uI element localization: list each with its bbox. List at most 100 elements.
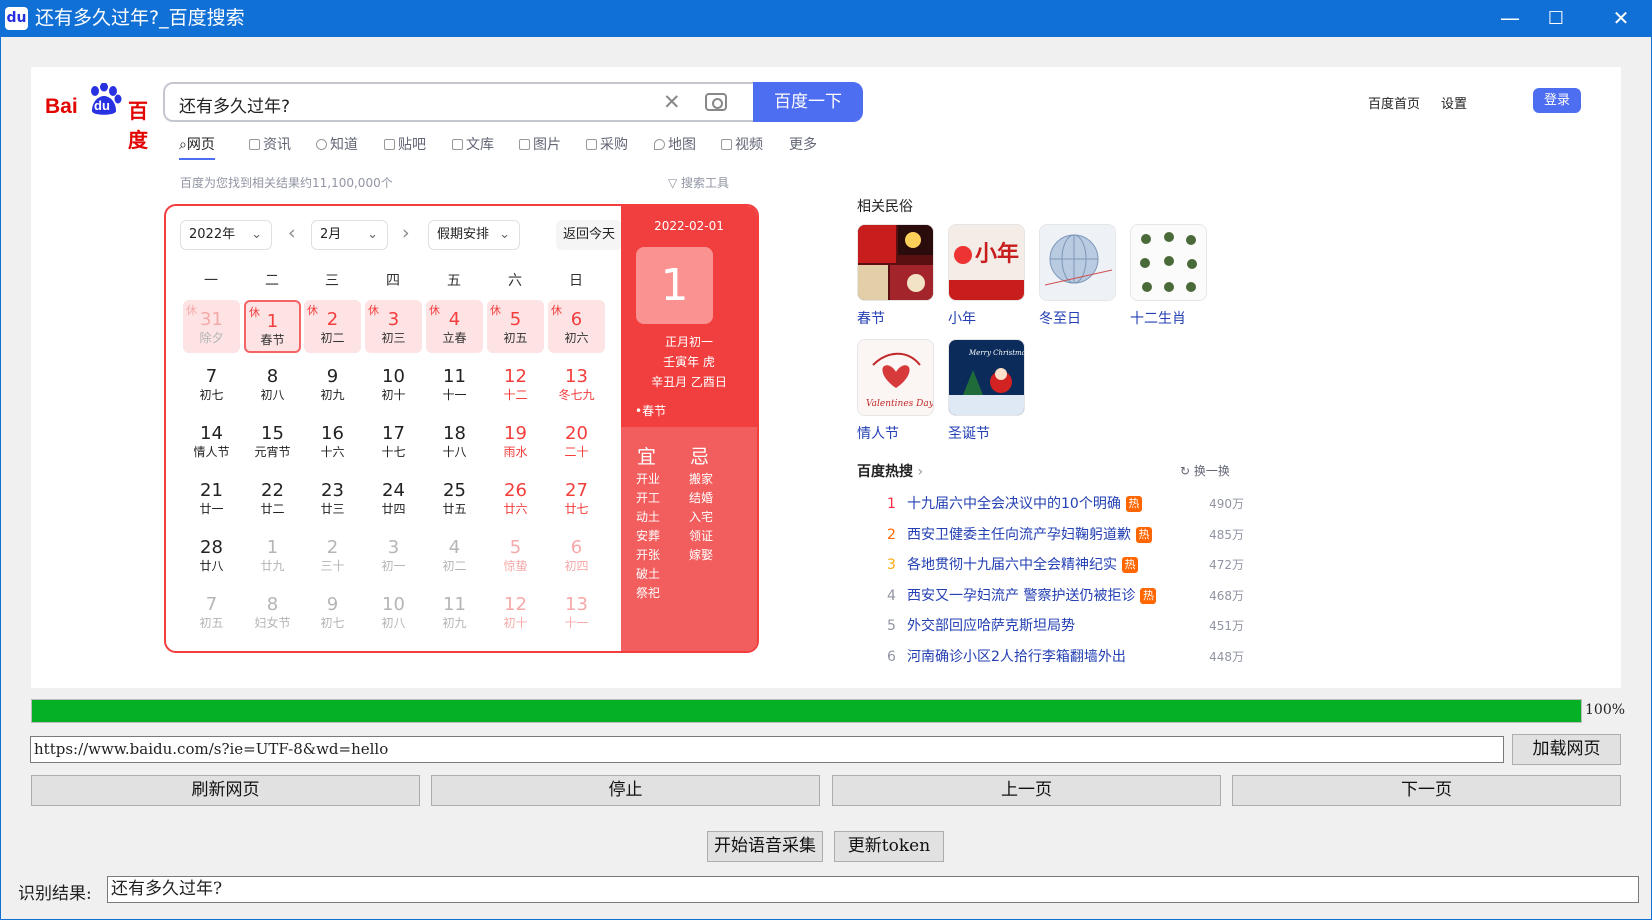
- hot-search-item[interactable]: 6 河南确诊小区2人拾行李箱翻墙外出: [887, 646, 1126, 666]
- calendar-day[interactable]: 8 妇女节: [244, 585, 301, 638]
- calendar-day[interactable]: 19 雨水: [487, 414, 544, 467]
- thumb-christmas[interactable]: Merry Christmas: [948, 339, 1025, 416]
- result-field[interactable]: 还有多久过年?: [107, 876, 1639, 903]
- hot-search-item[interactable]: 4 西安又一孕妇流产 警察护送仍被拒诊热: [887, 585, 1157, 605]
- thumb-zodiac[interactable]: [1130, 224, 1207, 301]
- calendar-day[interactable]: 休 2 初二: [304, 300, 361, 353]
- calendar-day[interactable]: 8 初八: [244, 357, 301, 410]
- calendar-day[interactable]: 休 31 除夕: [183, 300, 240, 353]
- month-select[interactable]: 2月 ⌄: [311, 220, 388, 250]
- home-link[interactable]: 百度首页: [1368, 93, 1420, 112]
- year-select[interactable]: 2022年 ⌄: [180, 220, 272, 250]
- start-voice-button[interactable]: 开始语音采集: [707, 831, 823, 862]
- thumb-winter-solstice[interactable]: [1039, 224, 1116, 301]
- calendar-day[interactable]: 18 十八: [426, 414, 483, 467]
- refresh-page-button[interactable]: 刷新网页: [31, 775, 420, 806]
- calendar-day[interactable]: 9 初七: [304, 585, 361, 638]
- camera-icon[interactable]: [705, 93, 727, 111]
- update-token-button[interactable]: 更新token: [834, 831, 944, 862]
- calendar-day[interactable]: 11 初九: [426, 585, 483, 638]
- calendar-day[interactable]: 12 初十: [487, 585, 544, 638]
- tab-zhidao[interactable]: 知道: [316, 134, 358, 154]
- related-valentine[interactable]: 情人节: [857, 423, 899, 443]
- related-zodiac[interactable]: 十二生肖: [1130, 308, 1186, 328]
- baidu-logo[interactable]: Bai du 百度: [45, 83, 165, 152]
- related-winter-solstice[interactable]: 冬至日: [1039, 308, 1081, 328]
- calendar-day[interactable]: 1 廿九: [244, 528, 301, 581]
- related-christmas[interactable]: 圣诞节: [948, 423, 990, 443]
- calendar-day[interactable]: 23 廿三: [304, 471, 361, 524]
- calendar-day[interactable]: 5 惊蛰: [487, 528, 544, 581]
- next-month-icon[interactable]: ›: [402, 222, 410, 244]
- clear-icon[interactable]: ✕: [663, 90, 681, 114]
- related-xiaonian[interactable]: 小年: [948, 308, 976, 328]
- calendar-day[interactable]: 休 6 初六: [548, 300, 605, 353]
- calendar-day[interactable]: 11 十一: [426, 357, 483, 410]
- close-icon[interactable]: ✕: [1598, 0, 1644, 37]
- tab-video[interactable]: 视频: [721, 134, 763, 154]
- prev-page-button[interactable]: 上一页: [832, 775, 1221, 806]
- calendar-day[interactable]: 6 初四: [548, 528, 605, 581]
- prev-month-icon[interactable]: ‹: [288, 222, 296, 244]
- calendar-day[interactable]: 21 廿一: [183, 471, 240, 524]
- tab-tieba[interactable]: 贴吧: [384, 134, 426, 154]
- web-view[interactable]: Bai du 百度 还有多久过年? ✕ 百度一下 百度首页 设置 登录 ⌕网页 …: [31, 67, 1621, 688]
- hot-search-item[interactable]: 3 各地贯彻十九届六中全会精神纪实热: [887, 554, 1138, 574]
- tab-webpage[interactable]: ⌕网页: [179, 134, 215, 160]
- calendar-day[interactable]: 休 3 初三: [365, 300, 422, 353]
- maximize-icon[interactable]: ☐: [1533, 0, 1579, 37]
- calendar-day[interactable]: 休 4 立春: [426, 300, 483, 353]
- load-page-button[interactable]: 加载网页: [1512, 734, 1621, 765]
- calendar-day[interactable]: 13 冬七九: [548, 357, 605, 410]
- calendar-day[interactable]: 9 初九: [304, 357, 361, 410]
- refresh-hot-button[interactable]: ↻ 换一换: [1180, 462, 1230, 479]
- tab-purchase[interactable]: 采购: [586, 134, 628, 154]
- next-page-button[interactable]: 下一页: [1232, 775, 1621, 806]
- tab-news[interactable]: 资讯: [249, 134, 291, 154]
- calendar-day[interactable]: 26 廿六: [487, 471, 544, 524]
- back-today-button[interactable]: 返回今天: [556, 220, 622, 250]
- thumb-spring-festival[interactable]: [857, 224, 934, 301]
- hot-search-title[interactable]: 百度热搜 ›: [857, 461, 923, 481]
- calendar-day[interactable]: 3 初一: [365, 528, 422, 581]
- calendar-day[interactable]: 休 5 初五: [487, 300, 544, 353]
- calendar-day[interactable]: 28 廿八: [183, 528, 240, 581]
- hot-search-item[interactable]: 5 外交部回应哈萨克斯坦局势: [887, 615, 1075, 635]
- calendar-day[interactable]: 10 初十: [365, 357, 422, 410]
- tab-images[interactable]: 图片: [519, 134, 561, 154]
- calendar-day[interactable]: 7 初七: [183, 357, 240, 410]
- thumb-valentine[interactable]: Valentines Day: [857, 339, 934, 416]
- calendar-day[interactable]: 25 廿五: [426, 471, 483, 524]
- calendar-day[interactable]: 24 廿四: [365, 471, 422, 524]
- calendar-day[interactable]: 27 廿七: [548, 471, 605, 524]
- calendar-day[interactable]: 15 元宵节: [244, 414, 301, 467]
- search-input[interactable]: 还有多久过年?: [179, 92, 290, 117]
- calendar-day[interactable]: 17 十七: [365, 414, 422, 467]
- calendar-day[interactable]: 13 十一: [548, 585, 605, 638]
- holiday-select[interactable]: 假期安排 ⌄: [428, 220, 520, 250]
- hot-search-item[interactable]: 1 十九届六中全会决议中的10个明确热: [887, 493, 1142, 513]
- calendar-day[interactable]: 12 十二: [487, 357, 544, 410]
- minimize-icon[interactable]: —: [1487, 0, 1533, 37]
- hot-search-item[interactable]: 2 西安卫健委主任向流产孕妇鞠躬道歉热: [887, 524, 1152, 544]
- related-spring-festival[interactable]: 春节: [857, 308, 885, 328]
- calendar-day[interactable]: 22 廿二: [244, 471, 301, 524]
- calendar-day[interactable]: 14 情人节: [183, 414, 240, 467]
- url-input[interactable]: https://www.baidu.com/s?ie=UTF-8&wd=hell…: [30, 736, 1504, 763]
- search-tools[interactable]: ▽ 搜索工具: [668, 174, 729, 191]
- calendar-day[interactable]: 2 三十: [304, 528, 361, 581]
- stop-button[interactable]: 停止: [431, 775, 820, 806]
- tab-wenku[interactable]: 文库: [452, 134, 494, 154]
- tab-more[interactable]: 更多: [789, 134, 817, 154]
- login-button[interactable]: 登录: [1533, 88, 1581, 113]
- calendar-day[interactable]: 7 初五: [183, 585, 240, 638]
- calendar-day[interactable]: 休 1 春节: [244, 300, 301, 353]
- tab-map[interactable]: 地图: [654, 134, 696, 154]
- search-button[interactable]: 百度一下: [753, 82, 863, 122]
- calendar-day[interactable]: 20 二十: [548, 414, 605, 467]
- calendar-day[interactable]: 10 初八: [365, 585, 422, 638]
- calendar-day[interactable]: 4 初二: [426, 528, 483, 581]
- thumb-xiaonian[interactable]: 小年: [948, 224, 1025, 301]
- search-box[interactable]: 还有多久过年? ✕: [163, 82, 753, 122]
- settings-link[interactable]: 设置: [1441, 93, 1467, 112]
